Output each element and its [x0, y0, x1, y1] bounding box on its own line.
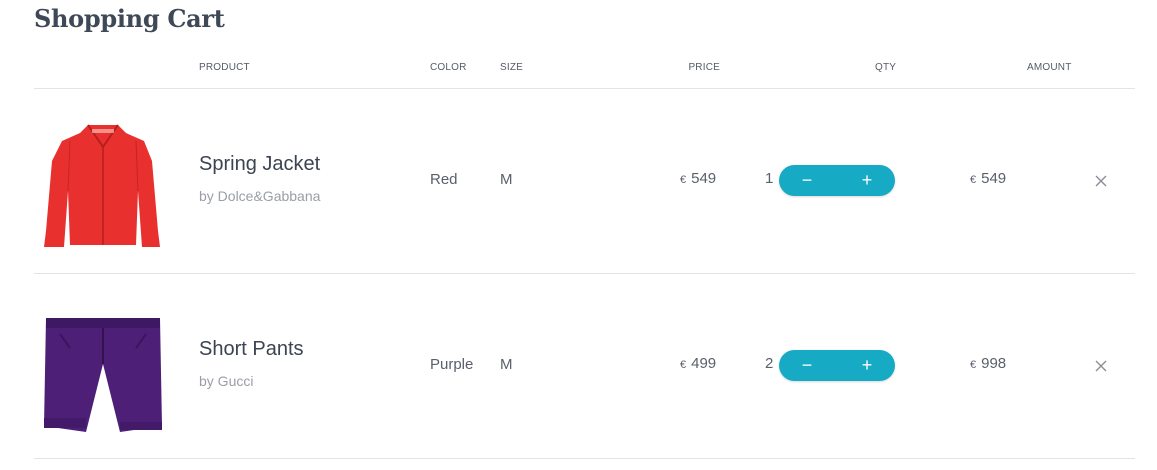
amount-value: 549 — [981, 170, 1007, 187]
decrease-quantity-button[interactable]: − — [785, 350, 829, 381]
cart-row: Spring Jacket by Dolce&Gabbana Red M €54… — [0, 89, 1157, 273]
header-size: SIZE — [500, 62, 524, 73]
product-amount: €998 — [970, 355, 1006, 372]
header-color: COLOR — [430, 62, 467, 73]
header-price: PRICE — [688, 62, 720, 73]
increase-quantity-button[interactable]: + — [845, 350, 889, 381]
price-value: 549 — [691, 170, 717, 187]
product-price: €499 — [680, 355, 716, 372]
row-divider — [34, 458, 1135, 459]
product-price: €549 — [680, 170, 716, 187]
quantity-stepper: − + — [779, 350, 895, 381]
currency-symbol: € — [970, 174, 977, 186]
product-brand: by Dolce&Gabbana — [199, 188, 321, 204]
quantity-value: 1 — [765, 170, 774, 187]
decrease-quantity-button[interactable]: − — [785, 165, 829, 196]
price-value: 499 — [691, 355, 717, 372]
header-amount: AMOUNT — [1027, 62, 1072, 73]
product-color: Red — [430, 171, 458, 188]
product-name[interactable]: Short Pants — [199, 338, 304, 361]
product-size: M — [500, 356, 513, 373]
quantity-stepper: − + — [779, 165, 895, 196]
increase-quantity-button[interactable]: + — [845, 165, 889, 196]
currency-symbol: € — [970, 359, 977, 371]
product-image-red-jacket — [44, 124, 160, 247]
product-amount: €549 — [970, 170, 1006, 187]
product-brand: by Gucci — [199, 373, 254, 389]
product-image-purple-shorts — [44, 318, 162, 432]
page-title: Shopping Cart — [34, 4, 225, 33]
remove-item-icon[interactable] — [1093, 358, 1109, 374]
header-qty: QTY — [875, 62, 897, 73]
header-product: PRODUCT — [199, 62, 250, 73]
amount-value: 998 — [981, 355, 1007, 372]
product-color: Purple — [430, 356, 474, 373]
product-size: M — [500, 171, 513, 188]
currency-symbol: € — [680, 359, 687, 371]
product-name[interactable]: Spring Jacket — [199, 153, 320, 176]
currency-symbol: € — [680, 174, 687, 186]
quantity-value: 2 — [765, 355, 774, 372]
remove-item-icon[interactable] — [1093, 173, 1109, 189]
cart-row: Short Pants by Gucci Purple M €499 2 − +… — [0, 274, 1157, 458]
